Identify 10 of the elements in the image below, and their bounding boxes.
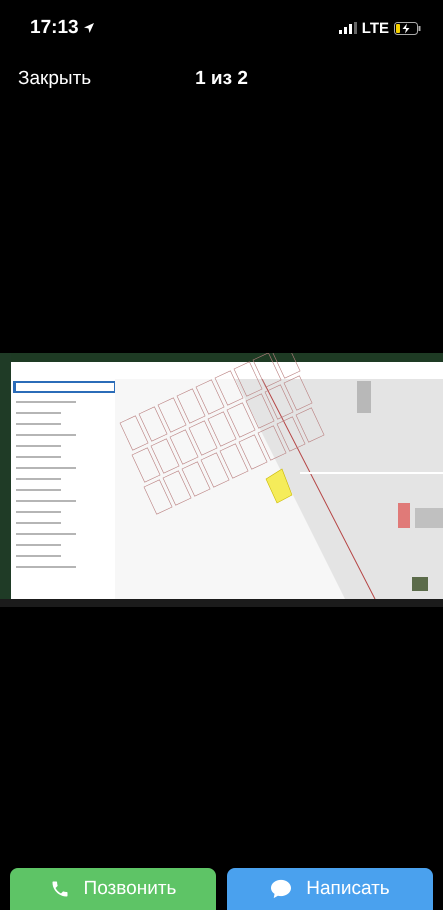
location-arrow-icon	[82, 22, 95, 34]
status-time: 17:13	[30, 17, 79, 39]
call-button[interactable]: Позвонить	[10, 868, 216, 910]
signal-icon	[338, 22, 357, 34]
speech-bubble-icon	[270, 879, 292, 899]
photo-counter: 1 из 2	[195, 68, 248, 90]
message-button[interactable]: Написать	[227, 868, 433, 910]
network-type: LTE	[362, 20, 389, 36]
close-button[interactable]: Закрыть	[18, 68, 92, 90]
phone-icon	[50, 879, 70, 899]
